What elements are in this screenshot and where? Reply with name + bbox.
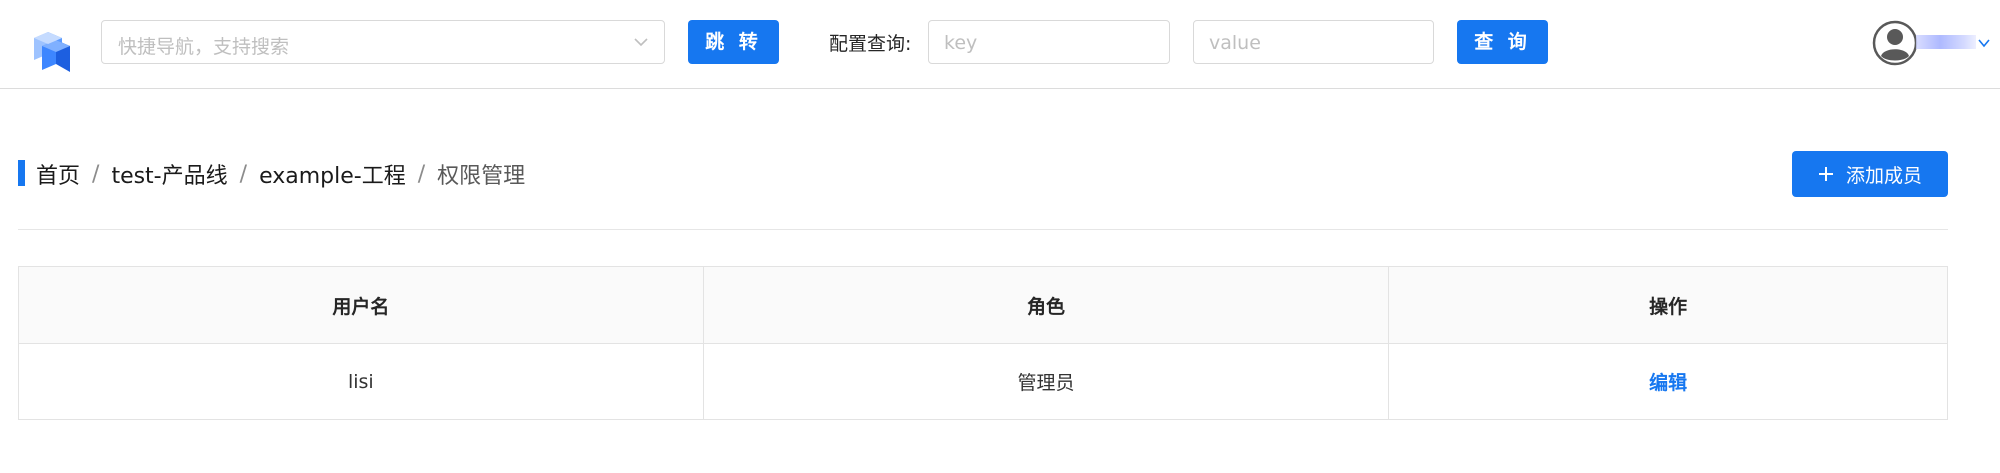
cell-username: lisi [18,343,704,420]
cell-actions: 编辑 [1388,343,1948,420]
divider [18,229,1948,230]
breadcrumb: 首页 / test-产品线 / example-工程 / 权限管理 [36,158,526,190]
config-value-input[interactable]: value [1193,20,1434,64]
breadcrumb-current: 权限管理 [437,164,526,189]
breadcrumb-separator: / [92,161,100,187]
column-header-role: 角色 [702,266,1390,344]
app-logo-icon[interactable] [30,24,74,74]
table-header-row: 用户名 角色 操作 [18,266,1948,344]
avatar-icon [1872,20,1918,66]
plus-icon [1818,167,1833,181]
column-header-actions: 操作 [1388,266,1948,344]
username-obscured [1916,35,1976,49]
chevron-down-icon [1978,39,1990,48]
breadcrumb-home[interactable]: 首页 [36,158,80,190]
user-menu[interactable] [1870,18,1994,68]
column-header-username: 用户名 [18,266,704,344]
table-row: lisi 管理员 编辑 [18,343,1948,420]
breadcrumb-product-line[interactable]: test-产品线 [111,158,227,190]
breadcrumb-separator: / [417,161,426,187]
quick-nav-select[interactable]: 快捷导航，支持搜索 [101,20,665,64]
add-member-label: 添加成员 [1845,164,1922,187]
query-button[interactable]: 查 询 [1457,20,1548,64]
key-placeholder: key [944,32,978,54]
value-placeholder: value [1209,32,1261,54]
breadcrumb-separator: / [239,161,248,187]
breadcrumb-accent-bar [18,160,25,186]
breadcrumb-project[interactable]: example-工程 [259,158,406,190]
jump-button[interactable]: 跳 转 [688,20,779,64]
config-query-label: 配置查询: [829,33,912,55]
chevron-down-icon [634,38,648,47]
cell-role: 管理员 [702,343,1390,420]
config-key-input[interactable]: key [928,20,1170,64]
quick-nav-placeholder: 快捷导航，支持搜索 [118,36,290,58]
edit-link[interactable]: 编辑 [1649,372,1687,394]
top-header: 快捷导航，支持搜索 跳 转 配置查询: key value 查 询 [0,0,2000,89]
add-member-button[interactable]: 添加成员 [1792,151,1948,197]
members-table: 用户名 角色 操作 lisi 管理员 编辑 [18,266,1948,420]
